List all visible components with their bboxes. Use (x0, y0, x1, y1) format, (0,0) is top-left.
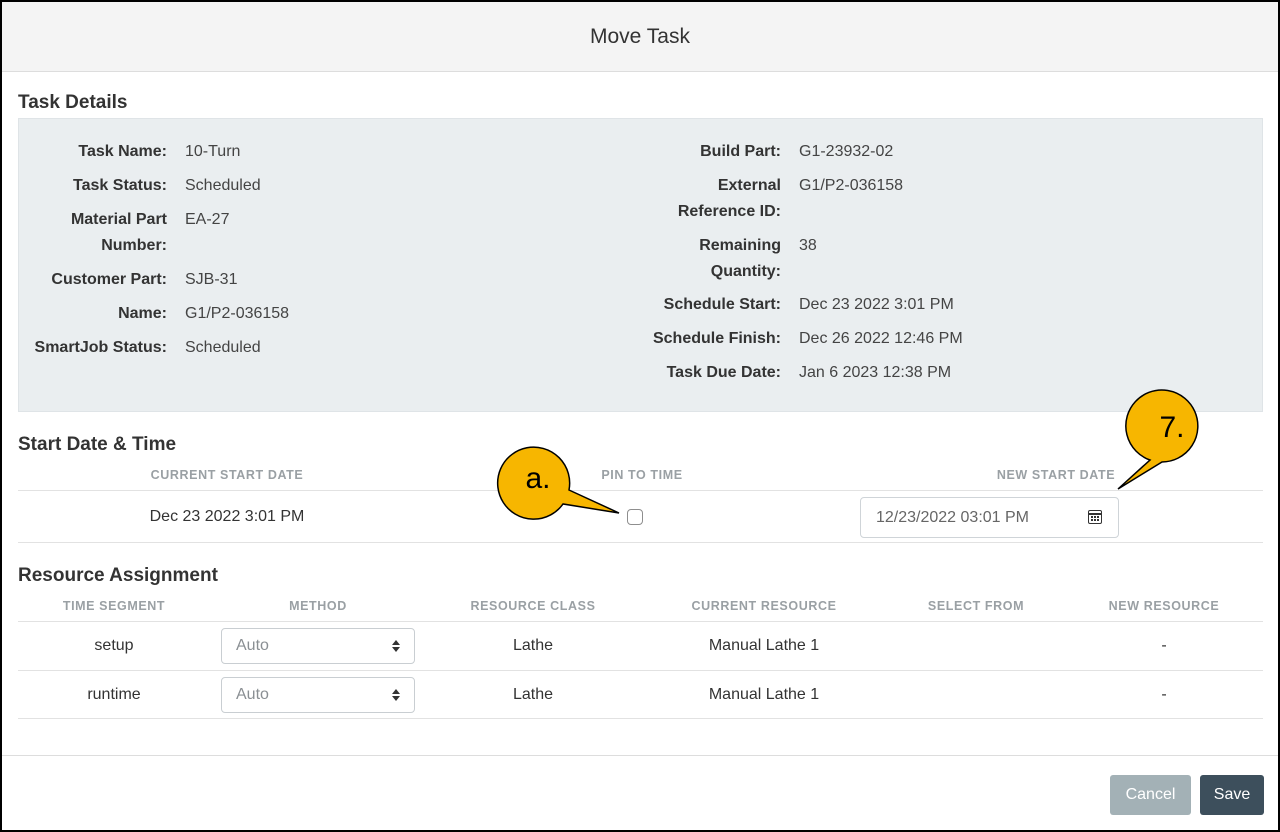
detail-task-status: Task Status: Scheduled (19, 173, 261, 199)
header-current-start-date: CURRENT START DATE (150, 468, 304, 482)
header-time-segment: TIME SEGMENT (62, 599, 166, 613)
callout-7-label: 7. (1159, 411, 1185, 444)
detail-label: Material Part Number: (70, 211, 167, 254)
detail-value: Dec 23 2022 3:01 PM (799, 296, 954, 313)
detail-smartjob-status: SmartJob Status: Scheduled (19, 335, 261, 361)
task-details-panel: Task Name: 10-Turn Task Status: Schedule… (18, 118, 1263, 412)
detail-material-part-number: Material Part Number: EA-27 (19, 207, 230, 259)
detail-external-reference-id: External Reference ID: G1/P2-036158 (647, 173, 903, 225)
detail-label: Name: (118, 305, 167, 322)
time-segment-cell: runtime (87, 686, 141, 703)
time-segment-cell: setup (94, 637, 134, 654)
resource-class-cell: Lathe (512, 637, 554, 654)
new-resource-cell: - (1161, 637, 1167, 654)
header-new-start-date: NEW START DATE (996, 468, 1116, 482)
new-start-date-value: 12/23/2022 03:01 PM (876, 508, 1030, 526)
detail-value: 10-Turn (185, 143, 241, 160)
divider (18, 670, 1263, 671)
header-new-resource: NEW RESOURCE (1108, 599, 1220, 613)
detail-label: External Reference ID: (677, 177, 781, 220)
header-resource-class: RESOURCE CLASS (470, 599, 596, 613)
detail-task-due-date: Task Due Date: Jan 6 2023 12:38 PM (647, 360, 952, 386)
cancel-button[interactable]: Cancel (1110, 775, 1191, 815)
divider (18, 542, 1263, 543)
detail-task-name: Task Name: 10-Turn (19, 139, 240, 165)
calendar-icon[interactable] (1088, 510, 1102, 524)
divider (18, 718, 1263, 719)
select-arrows-icon (392, 686, 400, 704)
detail-build-part: Build Part: G1-23932-02 (647, 139, 893, 165)
select-arrows-icon (392, 637, 400, 655)
detail-label: Schedule Finish: (652, 330, 781, 347)
detail-label: Remaining Quantity: (699, 237, 781, 280)
current-start-date-value: Dec 23 2022 3:01 PM (149, 508, 305, 525)
new-resource-cell: - (1161, 686, 1167, 703)
header-method: METHOD (289, 599, 347, 613)
start-date-title: Start Date & Time (18, 434, 177, 455)
new-start-date-input[interactable]: 12/23/2022 03:01 PM (860, 497, 1119, 538)
method-select[interactable]: Auto (221, 628, 415, 664)
detail-name: Name: G1/P2-036158 (19, 301, 289, 327)
detail-label: Task Name: (78, 143, 167, 160)
method-select[interactable]: Auto (221, 677, 415, 713)
detail-value: G1/P2-036158 (185, 305, 290, 322)
callout-a-label: a. (525, 462, 551, 495)
detail-value: 38 (799, 237, 817, 254)
detail-label: SmartJob Status: (34, 339, 167, 356)
detail-value: SJB-31 (185, 271, 238, 288)
detail-label: Customer Part: (51, 271, 167, 288)
current-resource-cell: Manual Lathe 1 (708, 637, 820, 654)
detail-remaining-quantity: Remaining Quantity: 38 (647, 233, 817, 285)
modal-header: Move Task (2, 2, 1278, 72)
pin-to-time-checkbox[interactable] (627, 509, 643, 525)
detail-label: Schedule Start: (663, 296, 781, 313)
detail-schedule-start: Schedule Start: Dec 23 2022 3:01 PM (647, 292, 954, 318)
resource-class-cell: Lathe (512, 686, 554, 703)
detail-value: EA-27 (185, 211, 230, 228)
move-task-modal: Move Task Task Details Task Name: 10-Tur… (0, 0, 1280, 832)
detail-label: Task Status: (73, 177, 167, 194)
detail-label: Task Due Date: (666, 364, 781, 381)
detail-value: Scheduled (185, 177, 261, 194)
footer-divider (2, 755, 1278, 756)
detail-customer-part: Customer Part: SJB-31 (19, 267, 237, 293)
detail-value: Jan 6 2023 12:38 PM (799, 364, 952, 381)
header-current-resource: CURRENT RESOURCE (691, 599, 837, 613)
header-select-from: SELECT FROM (927, 599, 1025, 613)
detail-value: Dec 26 2022 12:46 PM (799, 330, 963, 347)
save-button[interactable]: Save (1200, 775, 1264, 815)
divider (18, 490, 1263, 491)
method-select-value: Auto (236, 686, 269, 703)
detail-value: Scheduled (185, 339, 261, 356)
method-select-value: Auto (236, 637, 269, 654)
detail-label: Build Part: (700, 143, 781, 160)
detail-schedule-finish: Schedule Finish: Dec 26 2022 12:46 PM (647, 326, 963, 352)
divider (18, 621, 1263, 622)
task-details-title: Task Details (18, 92, 128, 113)
detail-value: G1/P2-036158 (799, 177, 904, 194)
current-resource-cell: Manual Lathe 1 (708, 686, 820, 703)
resource-assignment-title: Resource Assignment (18, 565, 218, 586)
detail-value: G1-23932-02 (799, 143, 894, 160)
header-pin-to-time: PIN TO TIME (601, 468, 683, 482)
modal-title: Move Task (590, 24, 690, 48)
